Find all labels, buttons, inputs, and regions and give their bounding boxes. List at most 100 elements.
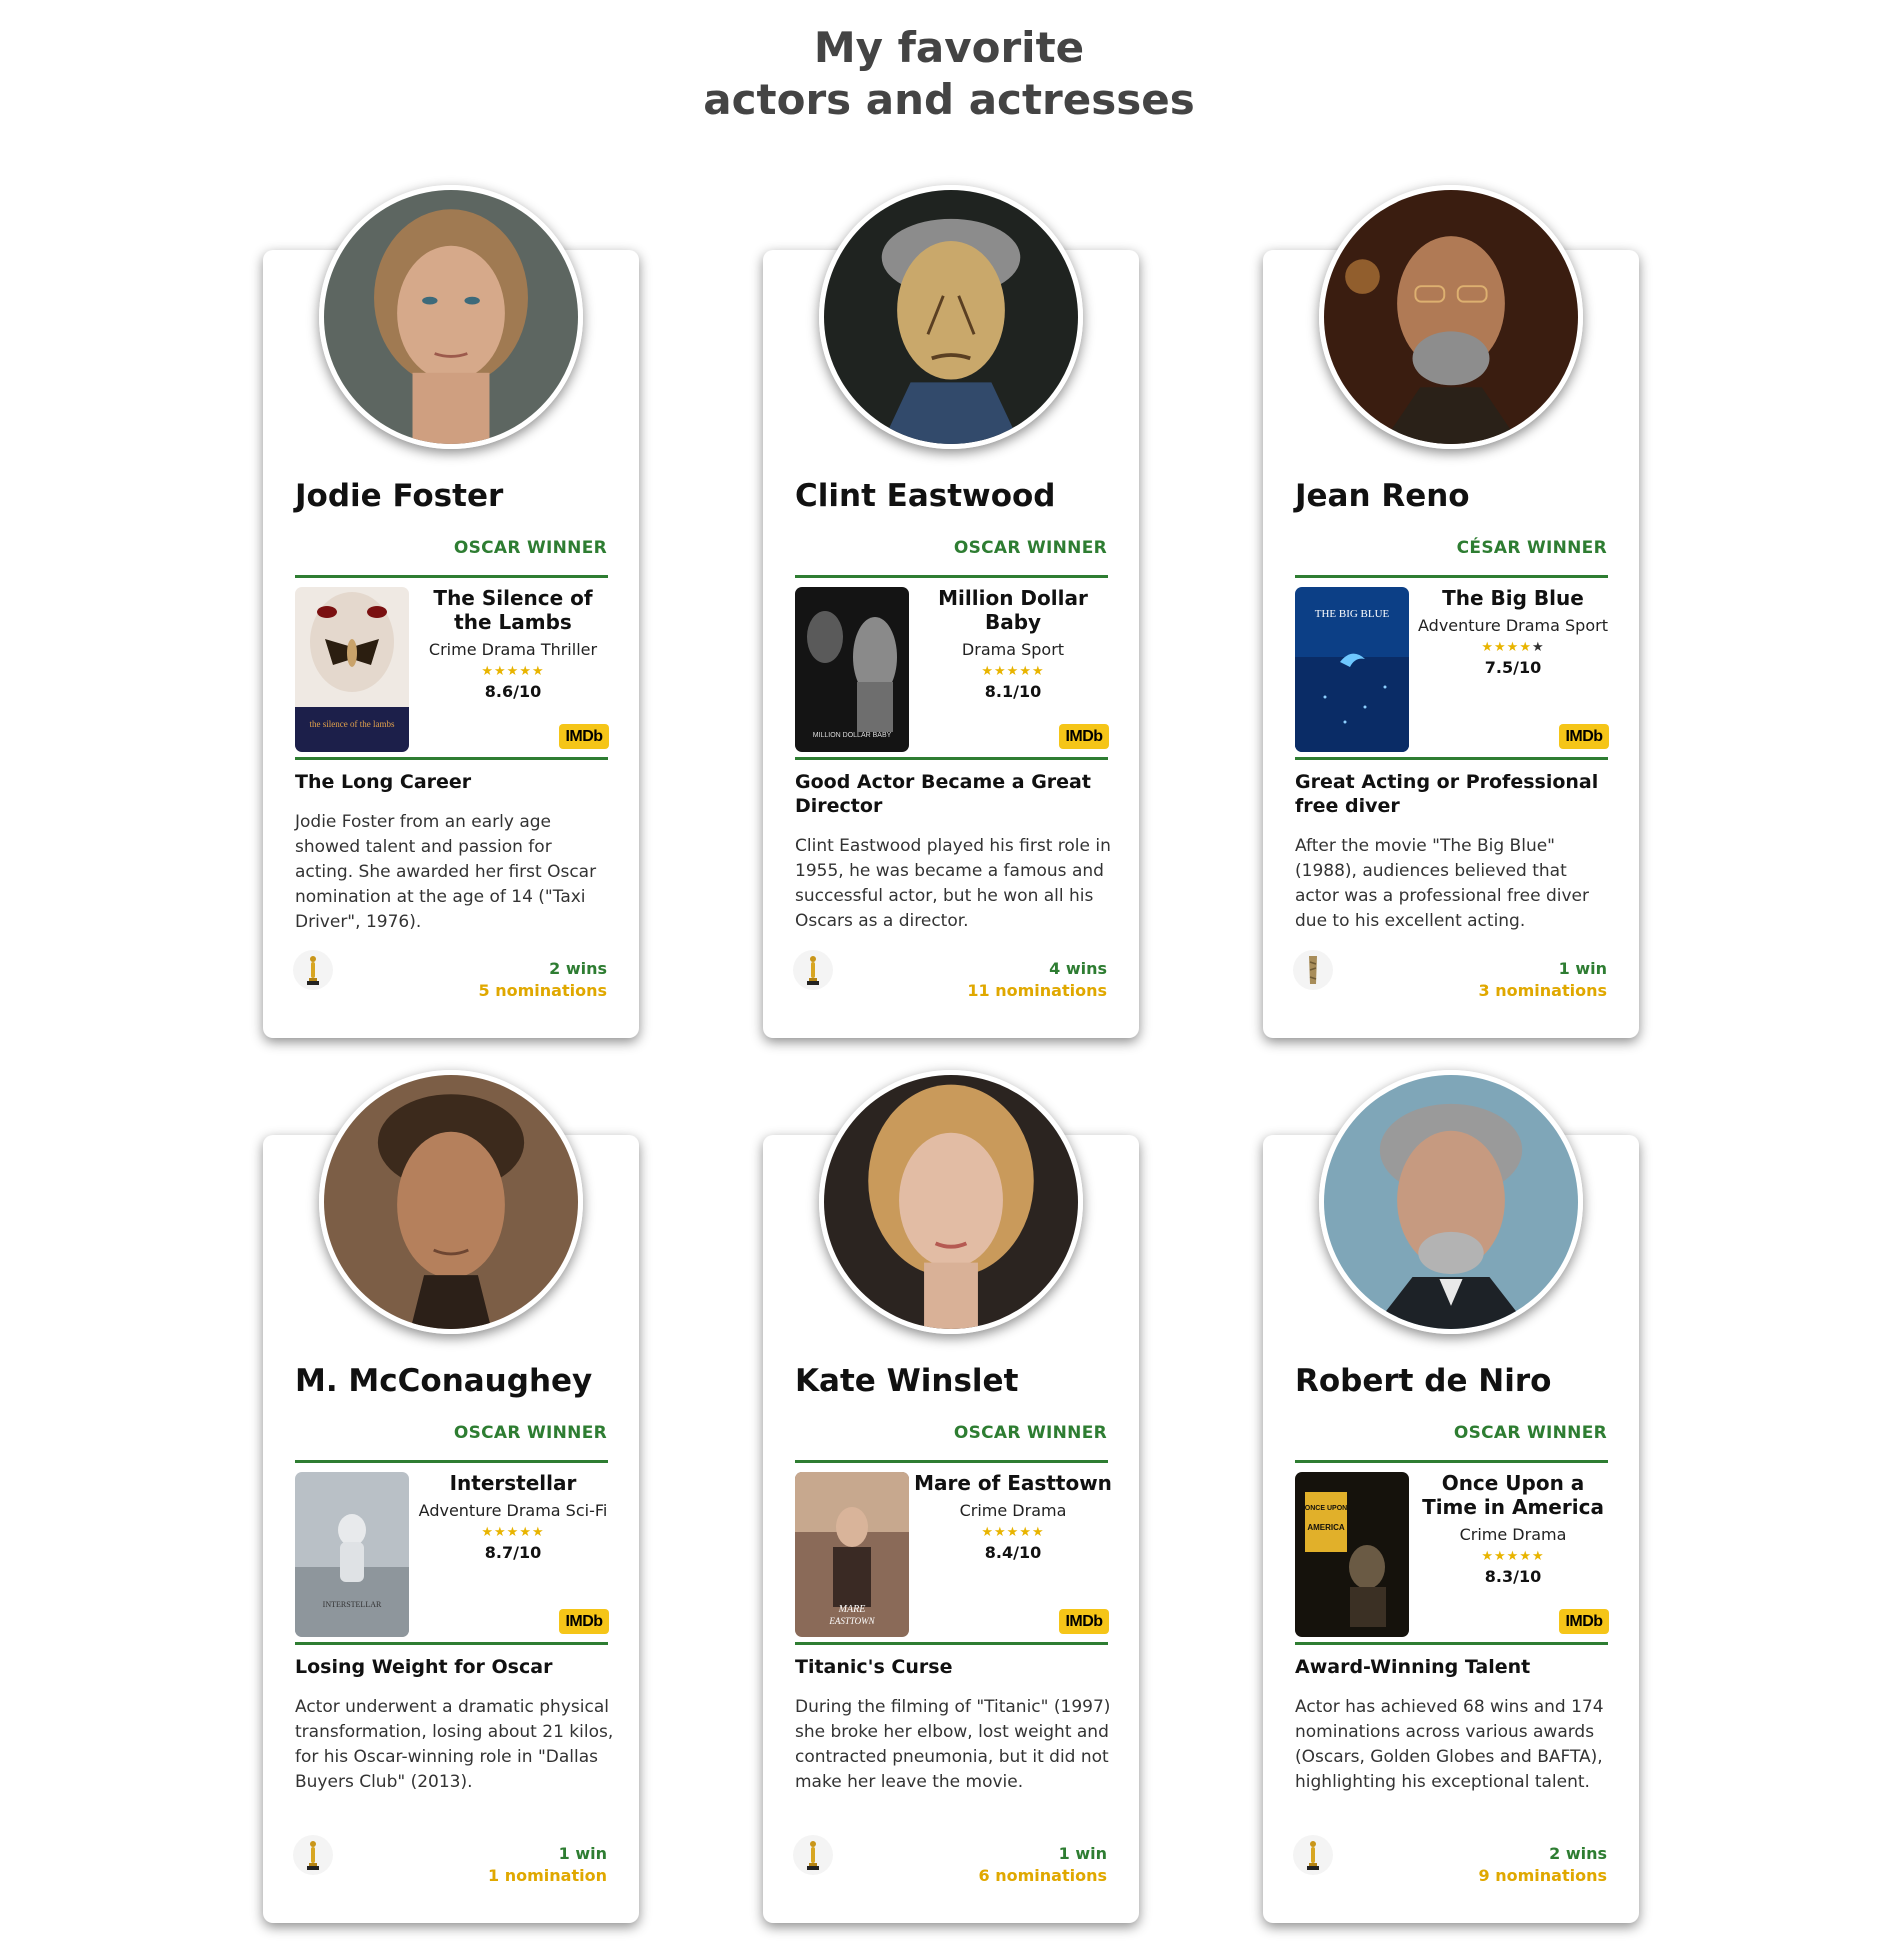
star-rating: ★★★★★ — [1413, 640, 1613, 656]
nominations-count: 5 nominations — [478, 981, 607, 1000]
actor-portrait[interactable] — [1319, 1070, 1583, 1334]
story-title: The Long Career — [295, 771, 472, 793]
story-title: Good Actor Became a Great Director — [795, 771, 1091, 817]
jean-reno-portrait-image — [1324, 190, 1578, 444]
star-icon: ★ — [1031, 1525, 1045, 1540]
movie-info: The Big Blue Adventure Drama Sport ★★★★★… — [1413, 586, 1613, 678]
million-dollar-baby-poster-image: MILLION DOLLAR BABY — [795, 587, 909, 752]
star-icon: ★ — [994, 664, 1007, 679]
nominations-count: 1 nomination — [488, 1866, 607, 1885]
wins-count: 2 wins — [549, 959, 607, 978]
svg-text:THE BIG BLUE: THE BIG BLUE — [1315, 608, 1390, 620]
star-icon: ★ — [481, 664, 495, 679]
star-icon: ★ — [506, 664, 520, 679]
star-icon: ★ — [1006, 1525, 1020, 1540]
imdb-badge[interactable]: IMDb — [1559, 724, 1609, 749]
star-icon: ★ — [531, 1525, 545, 1540]
divider — [795, 1642, 1108, 1645]
movie-poster[interactable]: ONCE UPON AMERICA — [1295, 1472, 1409, 1637]
svg-text:INTERSTELLAR: INTERSTELLAR — [323, 1600, 382, 1609]
the-big-blue-poster-image: THE BIG BLUE — [1295, 587, 1409, 752]
movie-genres: Crime Drama — [1459, 1525, 1567, 1544]
divider — [295, 575, 608, 578]
imdb-badge[interactable]: IMDb — [1059, 724, 1109, 749]
story-text: Jodie Foster from an early age showed ta… — [295, 812, 597, 932]
oscar-statuette-icon — [293, 950, 333, 990]
divider — [295, 757, 608, 760]
actor-name: Kate Winslet — [795, 1363, 1019, 1399]
oscar-statuette-icon — [793, 1835, 833, 1875]
movie-poster[interactable]: the silence of the lambs — [295, 587, 409, 752]
kate-winslet-portrait-image — [824, 1075, 1078, 1329]
star-icon: ★ — [519, 664, 532, 679]
story-text: Actor has achieved 68 wins and 174 nomin… — [1295, 1697, 1604, 1792]
star-icon: ★ — [1481, 1549, 1495, 1564]
star-rating: ★★★★★ — [913, 664, 1113, 680]
star-rating: ★★★★★ — [1413, 1549, 1613, 1565]
movie-info: The Silence of the Lambs Crime Drama Thr… — [413, 586, 613, 702]
nominations-count: 3 nominations — [1478, 981, 1607, 1000]
divider — [795, 575, 1108, 578]
wins-count: 4 wins — [1049, 959, 1107, 978]
star-icon: ★ — [981, 1525, 995, 1540]
actor-portrait[interactable] — [1319, 185, 1583, 449]
story-title: Great Acting or Professional free diver — [1295, 771, 1599, 817]
imdb-badge[interactable]: IMDb — [1559, 1609, 1609, 1634]
actor-portrait[interactable] — [319, 185, 583, 449]
oscar-statuette-icon — [293, 1835, 333, 1875]
movie-genres: Adventure Drama Sci-Fi — [418, 1501, 608, 1520]
nominations-count: 9 nominations — [1478, 1866, 1607, 1885]
actor-portrait[interactable] — [819, 185, 1083, 449]
star-rating: ★★★★★ — [413, 664, 613, 680]
movie-poster[interactable]: INTERSTELLAR — [295, 1472, 409, 1637]
story-title: Losing Weight for Oscar — [295, 1656, 553, 1678]
divider — [795, 1460, 1108, 1463]
clint-eastwood-portrait-image — [824, 190, 1078, 444]
star-icon: ★ — [494, 1525, 507, 1540]
star-icon: ★ — [494, 664, 507, 679]
star-icon: ★ — [1506, 640, 1520, 655]
star-icon: ★ — [1481, 640, 1495, 655]
star-icon: ★ — [1519, 1549, 1532, 1564]
imdb-badge[interactable]: IMDb — [559, 724, 609, 749]
divider — [295, 1460, 608, 1463]
interstellar-poster-image: INTERSTELLAR — [295, 1472, 409, 1637]
movie-poster[interactable]: MILLION DOLLAR BABY — [795, 587, 909, 752]
actor-portrait[interactable] — [319, 1070, 583, 1334]
star-icon: ★ — [506, 1525, 520, 1540]
movie-info: Interstellar Adventure Drama Sci-Fi ★★★★… — [413, 1471, 613, 1563]
star-icon: ★ — [1494, 1549, 1507, 1564]
imdb-badge[interactable]: IMDb — [559, 1609, 609, 1634]
svg-text:MARE: MARE — [838, 1604, 866, 1615]
oscar-statuette-icon — [793, 950, 833, 990]
divider — [1295, 1642, 1608, 1645]
movie-poster[interactable]: THE BIG BLUE — [1295, 587, 1409, 752]
movie-info: Once Upon a Time in America Crime Drama … — [1413, 1471, 1613, 1587]
movie-title: Interstellar — [449, 1471, 577, 1495]
movie-title: Once Upon a Time in America — [1422, 1471, 1604, 1519]
actor-portrait[interactable] — [819, 1070, 1083, 1334]
movie-genres: Adventure Drama Sport — [1418, 616, 1608, 635]
imdb-rating: 7.5/10 — [1484, 658, 1542, 677]
star-icon: ★ — [1494, 640, 1507, 655]
wins-count: 1 win — [1058, 1844, 1107, 1863]
movie-poster[interactable]: MARE EASTTOWN — [795, 1472, 909, 1637]
story-title: Titanic's Curse — [795, 1656, 953, 1678]
actor-name: Jodie Foster — [295, 478, 504, 514]
star-icon: ★ — [1006, 664, 1020, 679]
actor-name: M. McConaughey — [295, 1363, 593, 1399]
divider — [295, 1642, 608, 1645]
wins-count: 1 win — [558, 1844, 607, 1863]
imdb-rating: 8.7/10 — [484, 1543, 542, 1562]
award-label: OSCAR WINNER — [1453, 1423, 1607, 1443]
imdb-badge[interactable]: IMDb — [1059, 1609, 1109, 1634]
wins-count: 2 wins — [1549, 1844, 1607, 1863]
star-icon: ★ — [994, 1525, 1007, 1540]
star-rating: ★★★★★ — [413, 1525, 613, 1541]
actor-name: Clint Eastwood — [795, 478, 1056, 514]
star-icon: ★ — [1031, 664, 1045, 679]
svg-text:EASTTOWN: EASTTOWN — [828, 1616, 875, 1626]
svg-text:MILLION DOLLAR BABY: MILLION DOLLAR BABY — [813, 732, 892, 739]
imdb-rating: 8.6/10 — [484, 682, 542, 701]
story-text: After the movie "The Big Blue" (1988), a… — [1295, 836, 1589, 931]
